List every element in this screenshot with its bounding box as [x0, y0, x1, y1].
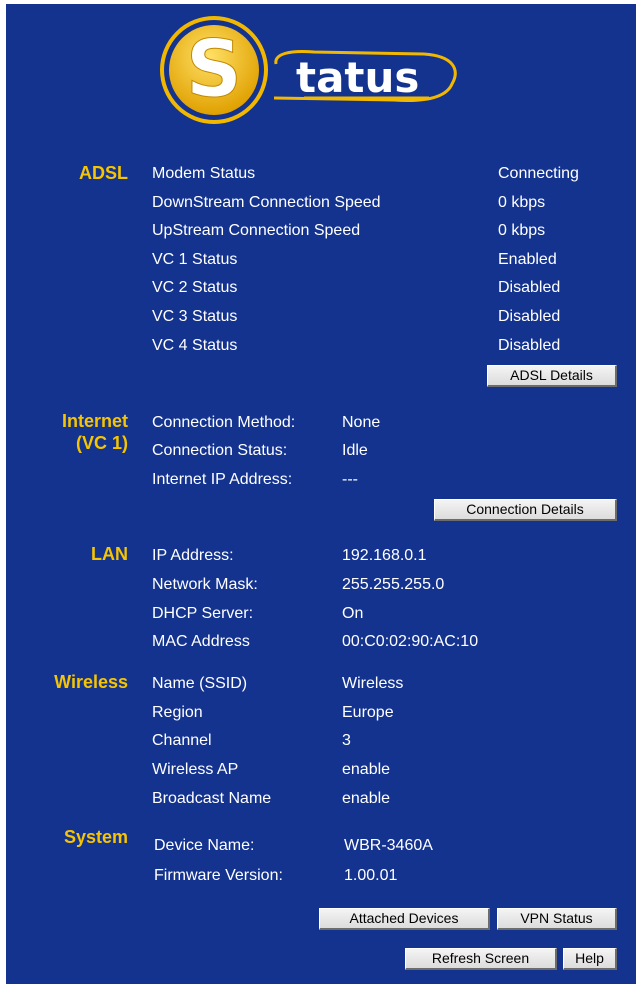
- wireless-value: enable: [342, 790, 391, 807]
- internet-label: Connection Method:: [152, 414, 296, 431]
- adsl-value: Disabled: [498, 337, 561, 354]
- status-page: S tatus ADSL Modem Status Connecting Dow…: [6, 4, 636, 984]
- section-system-heading: System: [63, 827, 128, 847]
- adsl-label: DownStream Connection Speed: [152, 194, 381, 211]
- adsl-value: 0 kbps: [498, 194, 546, 211]
- adsl-label: VC 1 Status: [152, 251, 238, 268]
- wireless-label: Channel: [152, 732, 212, 749]
- logo-letter: S: [186, 25, 242, 115]
- system-label: Firmware Version:: [154, 867, 283, 884]
- adsl-details-button[interactable]: ADSL Details: [487, 365, 617, 387]
- status-logo: S tatus: [160, 16, 457, 124]
- lan-label: Network Mask:: [152, 576, 258, 593]
- lan-label: IP Address:: [152, 547, 234, 564]
- internet-value: ---: [342, 471, 358, 488]
- wireless-value: Wireless: [342, 675, 404, 692]
- adsl-value: Enabled: [498, 251, 557, 268]
- section-lan-heading: LAN: [91, 544, 128, 564]
- internet-value: Idle: [342, 442, 368, 459]
- wireless-value: Europe: [342, 704, 394, 721]
- adsl-label: UpStream Connection Speed: [152, 222, 361, 239]
- refresh-screen-button[interactable]: Refresh Screen: [405, 948, 557, 970]
- internet-label: Connection Status:: [152, 442, 288, 459]
- lan-value: 192.168.0.1: [342, 547, 427, 564]
- lan-label: MAC Address: [152, 633, 250, 650]
- attached-devices-button[interactable]: Attached Devices: [319, 908, 490, 930]
- internet-value: None: [342, 414, 381, 431]
- adsl-value: Disabled: [498, 308, 561, 325]
- lan-value: 00:C0:02:90:AC:10: [342, 633, 479, 650]
- adsl-value: Disabled: [498, 279, 561, 296]
- wireless-label: Wireless AP: [152, 761, 239, 778]
- adsl-label: VC 4 Status: [152, 337, 238, 354]
- adsl-label: VC 3 Status: [152, 308, 238, 325]
- wireless-label: Broadcast Name: [152, 790, 272, 807]
- wireless-value: enable: [342, 761, 391, 778]
- adsl-value: Connecting: [498, 165, 579, 182]
- lan-value: 255.255.255.0: [342, 576, 445, 593]
- wireless-label: Name (SSID): [152, 675, 248, 692]
- lan-value: On: [342, 605, 364, 622]
- logo-text: tatus: [296, 53, 419, 102]
- internet-heading-line2: (VC 1): [75, 433, 128, 453]
- connection-details-button[interactable]: Connection Details: [434, 499, 617, 521]
- section-internet-heading: Internet (VC 1): [62, 410, 128, 454]
- vpn-status-button[interactable]: VPN Status: [497, 908, 617, 930]
- lan-label: DHCP Server:: [152, 605, 254, 622]
- adsl-label: VC 2 Status: [152, 279, 238, 296]
- adsl-label: Modem Status: [152, 165, 256, 182]
- adsl-value: 0 kbps: [498, 222, 546, 239]
- internet-label: Internet IP Address:: [152, 471, 293, 488]
- system-label: Device Name:: [154, 837, 255, 854]
- internet-heading-line1: Internet: [61, 411, 128, 431]
- system-value: 1.00.01: [344, 867, 398, 884]
- help-button[interactable]: Help: [563, 948, 617, 970]
- wireless-value: 3: [342, 732, 351, 749]
- section-wireless-heading: Wireless: [54, 672, 128, 692]
- system-value: WBR-3460A: [344, 837, 433, 854]
- section-adsl-heading: ADSL: [79, 163, 128, 183]
- wireless-label: Region: [152, 704, 203, 721]
